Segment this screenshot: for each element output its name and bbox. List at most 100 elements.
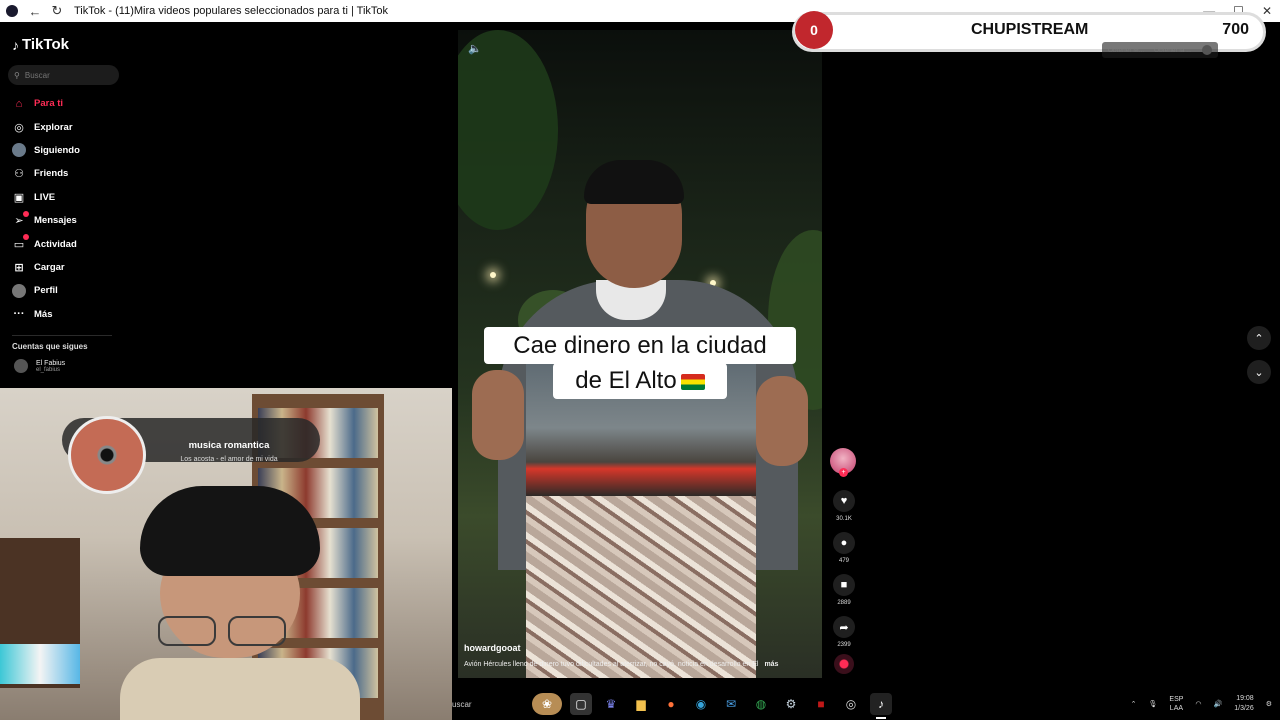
live-icon: ▣ (13, 191, 25, 204)
reload-icon[interactable]: ↻ (46, 3, 68, 19)
get-app-link-2[interactable]: Obtener la ... (1154, 47, 1192, 54)
comment-icon: ● (833, 532, 855, 554)
comment-count: 479 (838, 558, 849, 564)
scattered-money-photo (526, 496, 756, 678)
like-action[interactable]: ♥ 30.1K (830, 490, 858, 522)
next-video-button[interactable]: ⌄ (1247, 360, 1271, 384)
language-indicator[interactable]: ESP LAA (1169, 695, 1183, 713)
file-explorer-icon[interactable]: ▆ (630, 693, 652, 715)
nav-item-actividad[interactable]: ▭ Actividad (12, 232, 80, 255)
taskbar-apps: ❀ ▢ ♛ ▆ ● ◉ ✉ ◍ ⚙ ■ ◎ ♪ (532, 693, 892, 719)
bookmark-icon: ■ (833, 574, 855, 596)
streamer-jacket (120, 658, 360, 720)
nav-label: LIVE (34, 191, 56, 203)
music-title: musica romantica (188, 440, 270, 451)
stream-count-badge: 0 (795, 11, 833, 49)
search-input[interactable] (24, 70, 105, 80)
messages-icon: ➢ (12, 210, 29, 228)
more-link[interactable]: más (764, 661, 778, 668)
account-handle: el_fabius (36, 366, 61, 373)
following-section-title: Cuentas que sigues (12, 342, 88, 351)
nav-label: Cargar (34, 261, 65, 273)
logo-text: TikTok (22, 36, 69, 53)
notification-dot (23, 210, 29, 217)
video-author[interactable]: howardgooat (464, 643, 521, 653)
nav-item-friends[interactable]: ⚇ Friends (12, 162, 80, 185)
nav-label: Friends (34, 168, 69, 180)
video-caption-line1: Cae dinero en la ciudad (484, 327, 796, 364)
main-nav: ⌂ Para ti ◎ Explorar Siguiendo ⚇ Friends… (12, 92, 80, 326)
nav-item-explorar[interactable]: ◎ Explorar (12, 115, 80, 138)
obs-icon[interactable]: ◎ (840, 693, 862, 715)
sound-disc-icon[interactable] (834, 654, 854, 674)
nav-label: Actividad (34, 238, 77, 250)
more-icon: ··· (13, 308, 25, 321)
taskbar-search[interactable]: uscar (452, 700, 522, 709)
follow-plus-icon[interactable]: + (839, 468, 848, 477)
nav-item-live[interactable]: ▣ LIVE (12, 186, 80, 209)
nav-item-mas[interactable]: ··· Más (12, 303, 80, 326)
teams-icon[interactable]: ♛ (600, 693, 622, 715)
steam-icon[interactable]: ⚙ (780, 693, 802, 715)
streamer-glasses (158, 616, 290, 646)
profile-icon (12, 283, 26, 298)
chrome-icon[interactable]: ◍ (750, 693, 772, 715)
save-action[interactable]: ■ 2889 (830, 574, 858, 606)
tiktok-logo[interactable]: ♪ TikTok (12, 36, 69, 53)
presenter-right-fist (756, 376, 808, 466)
chevron-up-icon: ⌃ (1254, 332, 1264, 345)
widgets-icon[interactable]: ❀ (532, 693, 562, 715)
notification-icon[interactable]: ⚙ (1266, 700, 1272, 708)
red-app-icon[interactable]: ■ (810, 693, 832, 715)
nav-item-perfil[interactable]: Perfil (12, 279, 80, 302)
window-close-icon[interactable]: ✕ (1262, 4, 1272, 18)
share-icon: ➦ (833, 616, 855, 638)
previous-video-button[interactable]: ⌃ (1247, 326, 1271, 350)
notification-dot (23, 234, 29, 241)
streamer-hair (140, 486, 320, 576)
sidebar-divider (12, 335, 112, 336)
search-icon: ⚲ (14, 70, 20, 80)
nav-item-siguiendo[interactable]: Siguiendo (12, 139, 80, 162)
volume-icon[interactable]: 🔈 (468, 42, 482, 55)
tiktok-taskbar-icon[interactable]: ♪ (870, 693, 892, 719)
edge-icon[interactable]: ◉ (690, 693, 712, 715)
nav-label: Mensajes (34, 215, 77, 227)
comment-action[interactable]: ● 479 (830, 532, 858, 564)
microphone-icon[interactable]: 🎙 (1149, 700, 1158, 708)
wifi-icon[interactable]: ◠ (1195, 700, 1201, 708)
following-avatar-icon (12, 143, 26, 158)
webcam-overlay (0, 388, 452, 720)
get-app-link-1[interactable]: Obtener M... (1108, 47, 1144, 54)
account-name: El Fabius (36, 359, 66, 367)
nav-item-mensajes[interactable]: ➢ Mensajes (12, 209, 80, 232)
compass-icon: ◎ (14, 121, 24, 134)
heart-icon: ♥ (833, 490, 855, 512)
firefox-icon[interactable]: ● (660, 693, 682, 715)
back-arrow-icon[interactable]: ← (24, 4, 46, 19)
video-player[interactable]: Cae dinero en la ciudad de El Alto 🔈 how… (458, 30, 822, 678)
nav-label: Más (34, 308, 53, 320)
search-box[interactable]: ⚲ (8, 65, 119, 85)
profile-icon[interactable] (1201, 45, 1212, 55)
video-description: Avión Hércules lleno de dinero tuvo difi… (464, 661, 779, 668)
folders-stack (0, 644, 80, 684)
mail-icon[interactable]: ✉ (720, 693, 742, 715)
window-title: TikTok - (11)Mira videos populares selec… (74, 5, 389, 17)
browser-app-icon (6, 5, 18, 17)
following-account[interactable]: El Fabius el_fabius (14, 359, 65, 373)
nav-item-cargar[interactable]: ⊞ Cargar (12, 256, 80, 279)
nav-item-para-ti[interactable]: ⌂ Para ti (12, 92, 80, 115)
nav-label: Siguiendo (34, 144, 80, 156)
caption-text: de El Alto (575, 367, 677, 394)
share-action[interactable]: ➦ 2399 (830, 616, 858, 648)
activity-icon: ▭ (12, 234, 29, 251)
clock[interactable]: 19:08 1/3/26 (1234, 694, 1253, 714)
music-subtitle: Los acosta - el amor de mi vida (180, 456, 278, 463)
account-avatar (14, 359, 28, 373)
task-view-icon[interactable]: ▢ (570, 693, 592, 715)
speaker-icon[interactable]: 🔊 (1214, 700, 1223, 708)
share-count: 2399 (837, 642, 851, 648)
chevron-up-icon[interactable]: ⌃ (1131, 700, 1137, 708)
home-icon: ⌂ (15, 97, 23, 110)
